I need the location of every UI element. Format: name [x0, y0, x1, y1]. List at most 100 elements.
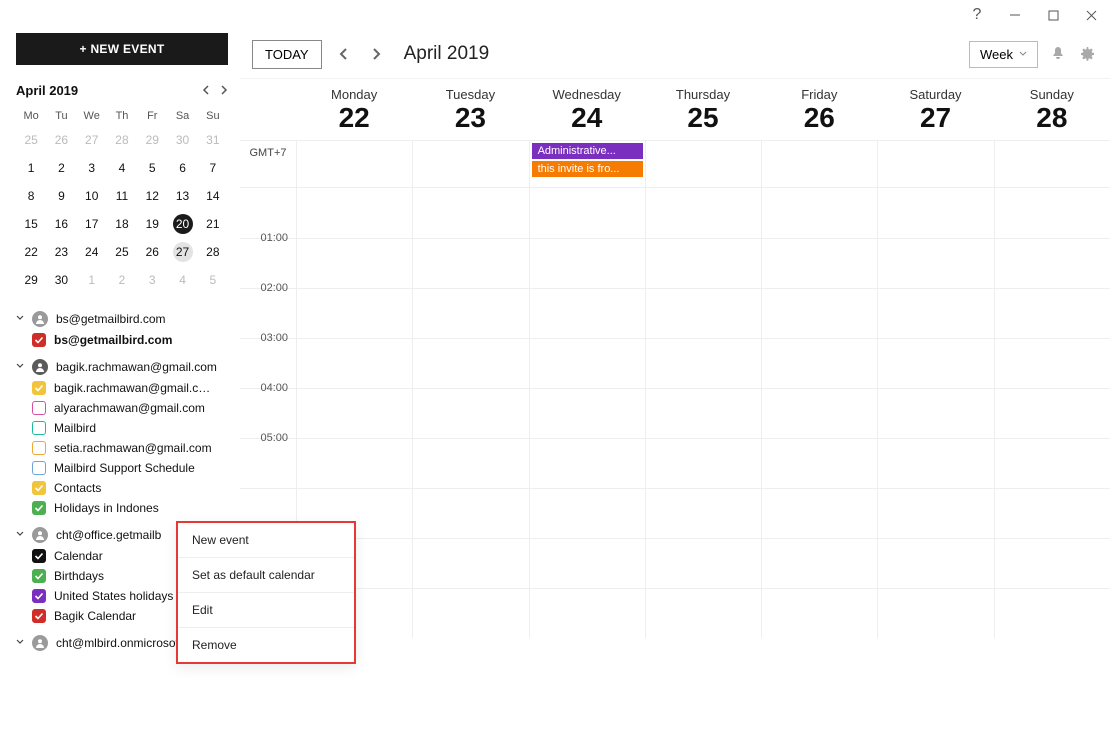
- mini-day[interactable]: 1: [16, 154, 46, 182]
- allday-event[interactable]: this invite is fro...: [532, 161, 643, 177]
- mini-day[interactable]: 4: [167, 266, 197, 294]
- mini-day[interactable]: 29: [137, 126, 167, 154]
- mini-day[interactable]: 30: [46, 266, 76, 294]
- day-column[interactable]: [645, 188, 761, 638]
- prev-week-button[interactable]: [334, 44, 354, 64]
- mini-day[interactable]: 10: [77, 182, 107, 210]
- time-grid[interactable]: 01:0002:0003:0004:0005:0009:00: [240, 188, 1110, 730]
- calendar-checkbox[interactable]: [32, 569, 46, 583]
- mini-day[interactable]: 3: [137, 266, 167, 294]
- mini-day[interactable]: 6: [167, 154, 197, 182]
- day-header[interactable]: Friday26: [761, 79, 877, 140]
- mini-day[interactable]: 12: [137, 182, 167, 210]
- day-column[interactable]: [994, 188, 1110, 638]
- mini-day[interactable]: 25: [16, 126, 46, 154]
- mini-day[interactable]: 26: [46, 126, 76, 154]
- mini-day[interactable]: 31: [198, 126, 228, 154]
- allday-cell[interactable]: [412, 141, 528, 187]
- mini-day[interactable]: 14: [198, 182, 228, 210]
- allday-cell[interactable]: [645, 141, 761, 187]
- mini-day[interactable]: 5: [137, 154, 167, 182]
- notifications-icon[interactable]: [1048, 44, 1068, 64]
- next-week-button[interactable]: [366, 44, 386, 64]
- calendar-item[interactable]: alyarachmawan@gmail.com: [16, 398, 228, 418]
- mini-day[interactable]: 29: [16, 266, 46, 294]
- ctx-remove[interactable]: Remove: [178, 628, 354, 662]
- mini-day[interactable]: 24: [77, 238, 107, 266]
- day-header[interactable]: Tuesday23: [412, 79, 528, 140]
- mini-day[interactable]: 4: [107, 154, 137, 182]
- mini-day[interactable]: 2: [46, 154, 76, 182]
- help-button[interactable]: ?: [964, 2, 990, 28]
- mini-day[interactable]: 16: [46, 210, 76, 238]
- account-row[interactable]: bagik.rachmawan@gmail.com: [16, 356, 228, 378]
- mini-day[interactable]: 22: [16, 238, 46, 266]
- mini-day[interactable]: 5: [198, 266, 228, 294]
- minimize-button[interactable]: [1002, 2, 1028, 28]
- settings-icon[interactable]: [1078, 44, 1098, 64]
- mini-day[interactable]: 28: [107, 126, 137, 154]
- day-header[interactable]: Thursday25: [645, 79, 761, 140]
- day-column[interactable]: [877, 188, 993, 638]
- calendar-checkbox[interactable]: [32, 421, 46, 435]
- maximize-button[interactable]: [1040, 2, 1066, 28]
- calendar-checkbox[interactable]: [32, 381, 46, 395]
- calendar-checkbox[interactable]: [32, 501, 46, 515]
- mini-day[interactable]: 23: [46, 238, 76, 266]
- mini-day[interactable]: 13: [167, 182, 197, 210]
- mini-day[interactable]: 18: [107, 210, 137, 238]
- allday-cell[interactable]: [877, 141, 993, 187]
- calendar-checkbox[interactable]: [32, 333, 46, 347]
- day-column[interactable]: [529, 188, 645, 638]
- calendar-checkbox[interactable]: [32, 609, 46, 623]
- new-event-button[interactable]: + NEW EVENT: [16, 33, 228, 65]
- calendar-checkbox[interactable]: [32, 461, 46, 475]
- calendar-item[interactable]: Contacts: [16, 478, 228, 498]
- mini-day[interactable]: 17: [77, 210, 107, 238]
- ctx-new-event[interactable]: New event: [178, 523, 354, 558]
- calendar-item[interactable]: bagik.rachmawan@gmail.com: [16, 378, 228, 398]
- calendar-checkbox[interactable]: [32, 549, 46, 563]
- mini-day[interactable]: 20: [167, 210, 197, 238]
- account-row[interactable]: bs@getmailbird.com: [16, 308, 228, 330]
- mini-day[interactable]: 9: [46, 182, 76, 210]
- ctx-set-default[interactable]: Set as default calendar: [178, 558, 354, 593]
- calendar-checkbox[interactable]: [32, 401, 46, 415]
- allday-event[interactable]: Administrative...: [532, 143, 643, 159]
- ctx-edit[interactable]: Edit: [178, 593, 354, 628]
- view-selector[interactable]: Week: [969, 41, 1038, 68]
- mini-day[interactable]: 1: [77, 266, 107, 294]
- calendar-checkbox[interactable]: [32, 441, 46, 455]
- mini-day[interactable]: 2: [107, 266, 137, 294]
- mini-day[interactable]: 27: [167, 238, 197, 266]
- mini-prev-month[interactable]: [202, 83, 212, 98]
- today-button[interactable]: TODAY: [252, 40, 322, 69]
- day-header[interactable]: Saturday27: [877, 79, 993, 140]
- allday-cell[interactable]: [296, 141, 412, 187]
- mini-next-month[interactable]: [218, 83, 228, 98]
- calendar-item[interactable]: Mailbird: [16, 418, 228, 438]
- mini-day[interactable]: 3: [77, 154, 107, 182]
- mini-day[interactable]: 8: [16, 182, 46, 210]
- mini-day[interactable]: 25: [107, 238, 137, 266]
- calendar-checkbox[interactable]: [32, 481, 46, 495]
- allday-cell[interactable]: [761, 141, 877, 187]
- day-column[interactable]: [412, 188, 528, 638]
- calendar-item[interactable]: Mailbird Support Schedule: [16, 458, 228, 478]
- mini-day[interactable]: 19: [137, 210, 167, 238]
- allday-cell[interactable]: [994, 141, 1110, 187]
- close-button[interactable]: [1078, 2, 1104, 28]
- calendar-item[interactable]: bs@getmailbird.com: [16, 330, 228, 350]
- day-header[interactable]: Monday22: [296, 79, 412, 140]
- calendar-checkbox[interactable]: [32, 589, 46, 603]
- mini-calendar[interactable]: MoTuWeThFrSaSu 2526272829303112345678910…: [16, 106, 228, 294]
- mini-day[interactable]: 26: [137, 238, 167, 266]
- mini-day[interactable]: 15: [16, 210, 46, 238]
- calendar-item[interactable]: setia.rachmawan@gmail.com: [16, 438, 228, 458]
- day-header[interactable]: Sunday28: [994, 79, 1110, 140]
- day-column[interactable]: [761, 188, 877, 638]
- mini-day[interactable]: 11: [107, 182, 137, 210]
- mini-day[interactable]: 30: [167, 126, 197, 154]
- day-header[interactable]: Wednesday24: [529, 79, 645, 140]
- calendar-item[interactable]: Holidays in Indones: [16, 498, 228, 518]
